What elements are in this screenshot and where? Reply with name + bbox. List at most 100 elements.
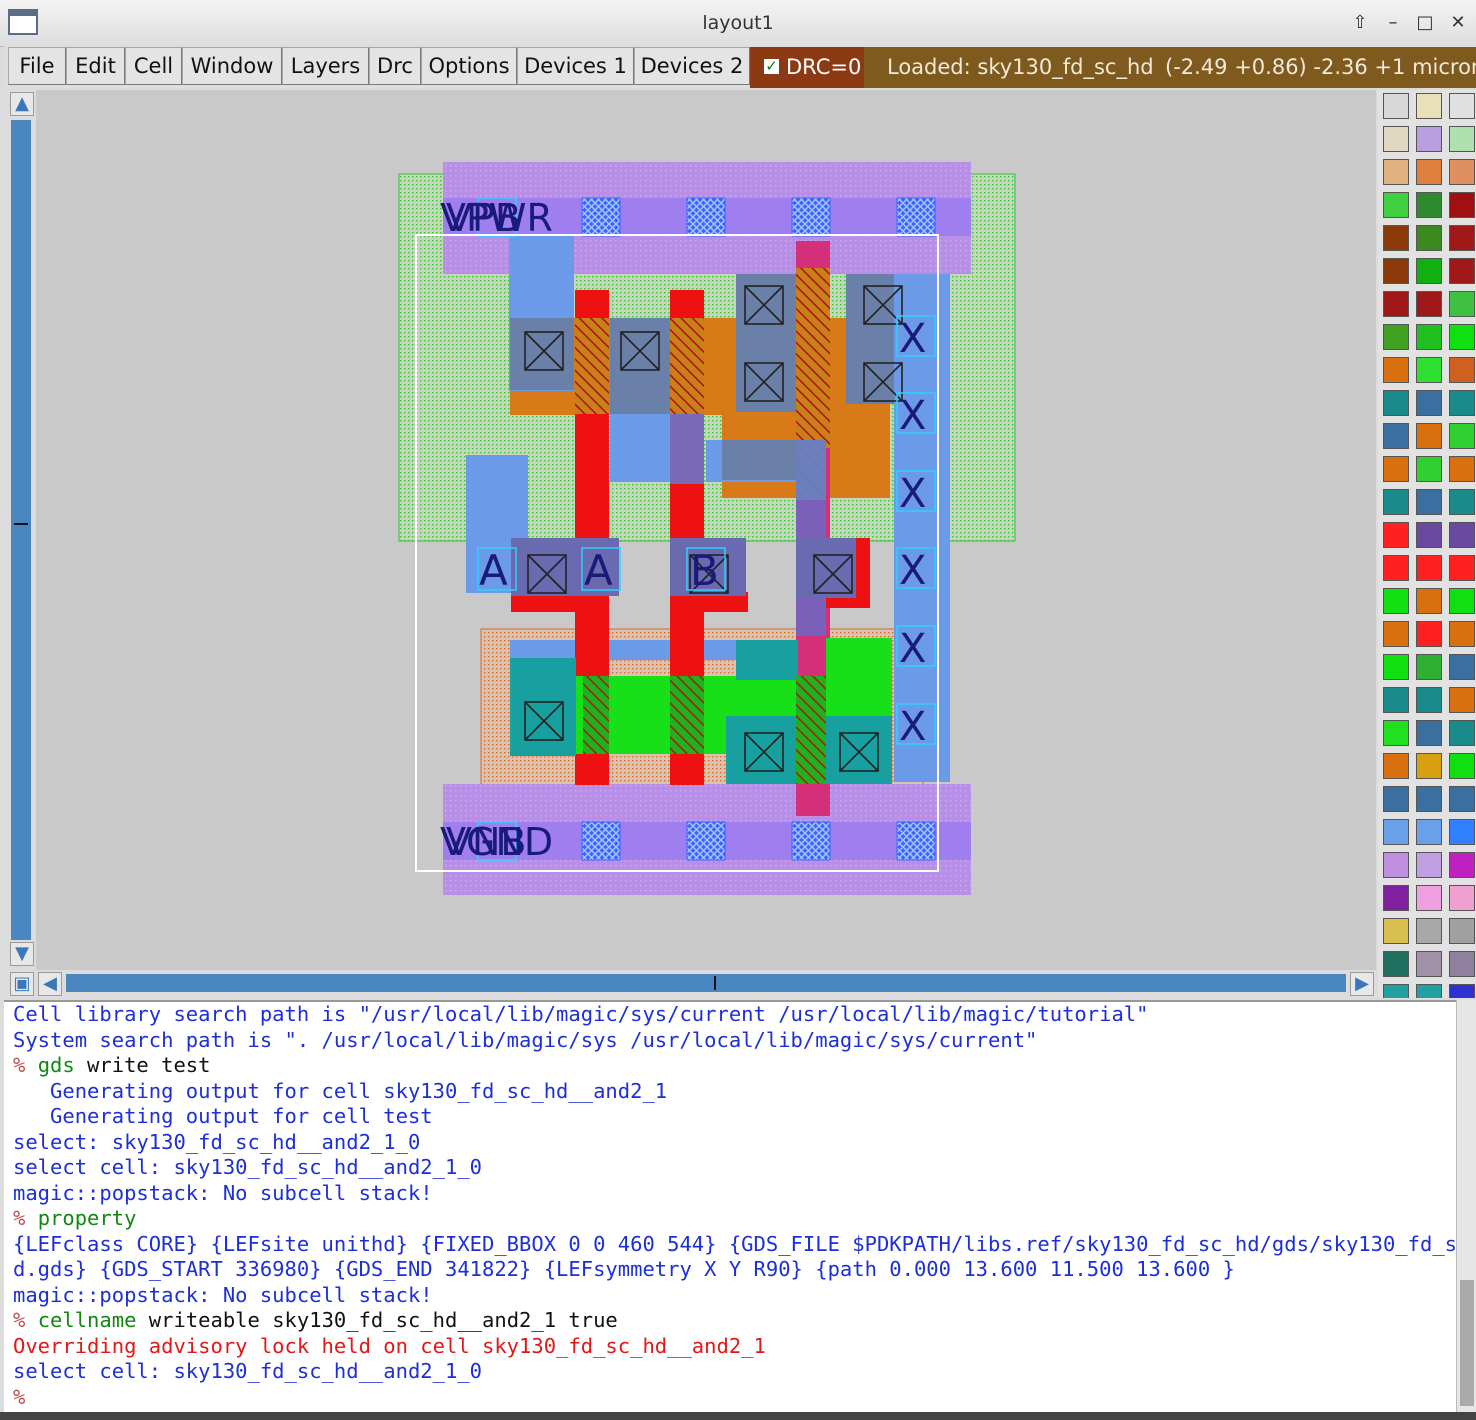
layer-swatch[interactable] (1449, 852, 1475, 878)
layer-swatch[interactable] (1383, 786, 1409, 812)
layer-swatch[interactable] (1416, 159, 1442, 185)
layer-swatch[interactable] (1383, 852, 1409, 878)
layer-swatch[interactable] (1383, 357, 1409, 383)
layer-swatch[interactable] (1383, 126, 1409, 152)
layer-swatch[interactable] (1416, 93, 1442, 119)
layer-swatch[interactable] (1416, 357, 1442, 383)
layer-palette[interactable] (1378, 90, 1476, 998)
layer-swatch[interactable] (1416, 126, 1442, 152)
layer-swatch[interactable] (1416, 522, 1442, 548)
drc-checkbox-icon[interactable]: ✓ (764, 59, 779, 74)
layer-swatch[interactable] (1383, 588, 1409, 614)
layer-swatch[interactable] (1383, 159, 1409, 185)
scroll-left-icon[interactable]: ◀ (38, 972, 62, 996)
layer-swatch[interactable] (1416, 489, 1442, 515)
layer-swatch[interactable] (1416, 918, 1442, 944)
console-scrollbar[interactable] (1456, 1000, 1476, 1412)
layer-swatch[interactable] (1383, 819, 1409, 845)
layer-swatch[interactable] (1383, 654, 1409, 680)
layer-swatch[interactable] (1383, 456, 1409, 482)
horizontal-scroll-track[interactable] (66, 974, 1346, 992)
layer-swatch[interactable] (1416, 225, 1442, 251)
layout-canvas[interactable]: VPWR VPB VGND VNB A A B X X X X X X (36, 90, 1376, 970)
layer-swatch[interactable] (1383, 984, 1409, 998)
layer-swatch[interactable] (1416, 621, 1442, 647)
menu-options[interactable]: Options (421, 47, 517, 85)
layer-swatch[interactable] (1416, 390, 1442, 416)
layer-swatch[interactable] (1383, 93, 1409, 119)
layer-swatch[interactable] (1449, 753, 1475, 779)
close-icon[interactable]: ✕ (1443, 8, 1473, 38)
layer-swatch[interactable] (1416, 786, 1442, 812)
menu-layers[interactable]: Layers (282, 47, 369, 85)
layer-swatch[interactable] (1449, 159, 1475, 185)
layer-swatch[interactable] (1383, 192, 1409, 218)
scroll-down-icon[interactable]: ▼ (10, 942, 34, 966)
menu-edit[interactable]: Edit (66, 47, 125, 85)
zoom-box-icon[interactable]: ▣ (10, 972, 34, 996)
layer-swatch[interactable] (1449, 654, 1475, 680)
console-scroll-thumb[interactable] (1460, 1280, 1474, 1406)
drc-toggle[interactable]: ✓ DRC=0 (750, 47, 864, 88)
layer-swatch[interactable] (1449, 687, 1475, 713)
minimize-icon[interactable]: – (1378, 8, 1408, 38)
layer-swatch[interactable] (1449, 720, 1475, 746)
layer-swatch[interactable] (1383, 621, 1409, 647)
layer-swatch[interactable] (1449, 324, 1475, 350)
layer-swatch[interactable] (1449, 357, 1475, 383)
menu-devices-1[interactable]: Devices 1 (517, 47, 634, 85)
layer-swatch[interactable] (1449, 93, 1475, 119)
layer-swatch[interactable] (1383, 489, 1409, 515)
layer-swatch[interactable] (1449, 258, 1475, 284)
layer-swatch[interactable] (1416, 885, 1442, 911)
layout-drawing[interactable]: VPWR VPB VGND VNB A A B X X X X X X (36, 90, 1376, 970)
layer-swatch[interactable] (1383, 918, 1409, 944)
layer-swatch[interactable] (1449, 984, 1475, 998)
scroll-right-icon[interactable]: ▶ (1350, 972, 1374, 996)
layer-swatch[interactable] (1383, 225, 1409, 251)
menu-devices-2[interactable]: Devices 2 (634, 47, 750, 85)
layer-swatch[interactable] (1383, 258, 1409, 284)
menu-drc[interactable]: Drc (369, 47, 421, 85)
layer-swatch[interactable] (1416, 192, 1442, 218)
layer-swatch[interactable] (1383, 753, 1409, 779)
layer-swatch[interactable] (1383, 687, 1409, 713)
layer-swatch[interactable] (1449, 390, 1475, 416)
layer-swatch[interactable] (1449, 951, 1475, 977)
layer-swatch[interactable] (1416, 819, 1442, 845)
layer-swatch[interactable] (1416, 258, 1442, 284)
layer-swatch[interactable] (1416, 951, 1442, 977)
horizontal-scrollbar[interactable]: ▣ ◀ ▶ (8, 970, 1376, 998)
menu-window[interactable]: Window (182, 47, 282, 85)
layer-swatch[interactable] (1449, 555, 1475, 581)
scroll-up-icon[interactable]: ▲ (10, 92, 34, 116)
layer-swatch[interactable] (1383, 291, 1409, 317)
layer-swatch[interactable] (1449, 291, 1475, 317)
vertical-scroll-track[interactable] (11, 120, 31, 940)
layer-swatch[interactable] (1449, 588, 1475, 614)
layer-swatch[interactable] (1416, 984, 1442, 998)
layer-swatch[interactable] (1416, 852, 1442, 878)
menu-cell[interactable]: Cell (125, 47, 182, 85)
layer-swatch[interactable] (1449, 621, 1475, 647)
layer-swatch[interactable] (1383, 522, 1409, 548)
layer-swatch[interactable] (1449, 489, 1475, 515)
layer-swatch[interactable] (1416, 456, 1442, 482)
layer-swatch[interactable] (1383, 324, 1409, 350)
layer-swatch[interactable] (1449, 126, 1475, 152)
layer-swatch[interactable] (1416, 423, 1442, 449)
layer-swatch[interactable] (1383, 555, 1409, 581)
layer-swatch[interactable] (1416, 555, 1442, 581)
layer-swatch[interactable] (1416, 291, 1442, 317)
layer-swatch[interactable] (1449, 423, 1475, 449)
layer-swatch[interactable] (1383, 720, 1409, 746)
layer-swatch[interactable] (1449, 522, 1475, 548)
layer-swatch[interactable] (1416, 324, 1442, 350)
layer-swatch[interactable] (1449, 192, 1475, 218)
layer-swatch[interactable] (1383, 423, 1409, 449)
layer-swatch[interactable] (1449, 786, 1475, 812)
layer-swatch[interactable] (1449, 819, 1475, 845)
layer-swatch[interactable] (1449, 456, 1475, 482)
layer-swatch[interactable] (1383, 951, 1409, 977)
layer-swatch[interactable] (1383, 885, 1409, 911)
